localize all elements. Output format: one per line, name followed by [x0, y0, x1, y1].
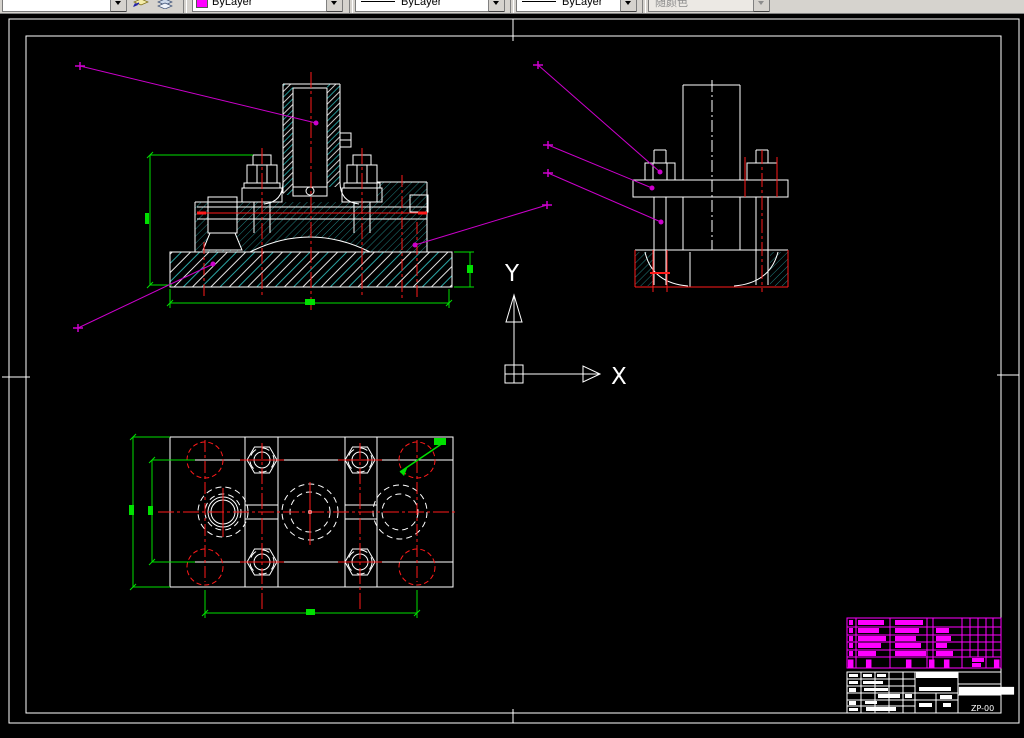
- ucs-x-label: X: [611, 364, 627, 390]
- toolbar-separator: [183, 0, 187, 13]
- drawing-title: ███████████: [958, 686, 1015, 695]
- chevron-down-icon[interactable]: [326, 0, 342, 12]
- title-block: █ █ █ █ █ █ ███████████ ZP-00: [846, 617, 1015, 714]
- side-view: [632, 80, 789, 292]
- color-dropdown[interactable]: ByLayer: [192, 0, 343, 12]
- svg-text:█: █: [865, 659, 872, 668]
- toolbar-separator: [349, 0, 353, 13]
- color-dropdown-value: ByLayer: [212, 0, 253, 8]
- linetype-dropdown-value: ByLayer: [401, 0, 442, 8]
- chevron-down-icon: [753, 0, 769, 12]
- svg-text:█: █: [943, 659, 950, 668]
- layer-previous-button[interactable]: [154, 0, 176, 12]
- make-object-layer-current-button[interactable]: [130, 0, 152, 12]
- top-plan-view: [129, 433, 457, 618]
- plot-style-value: 随颜色: [655, 0, 688, 9]
- cad-drawing: Y X █ █ █ █ █ █ ███████████ ZP-00: [2, 18, 1020, 724]
- svg-text:█: █: [928, 659, 935, 668]
- leader-annotations: [73, 61, 664, 332]
- layer-dropdown[interactable]: [2, 0, 127, 12]
- make-object-layer-current-icon: [133, 0, 149, 7]
- chevron-down-icon[interactable]: [488, 0, 504, 12]
- cad-application-window: { "toolbar": { "layer_dropdown_value": "…: [0, 0, 1024, 738]
- toolbar-separator: [642, 0, 646, 13]
- plan-dimensions: [129, 433, 446, 618]
- ucs-y-label: Y: [504, 261, 520, 287]
- color-swatch: [196, 0, 208, 8]
- properties-toolbar: ByLayer ByLayer ByLayer 随颜色: [0, 0, 1024, 14]
- layer-previous-icon: [157, 0, 173, 9]
- svg-text:█: █: [905, 659, 912, 668]
- front-section-view: [145, 72, 474, 310]
- drawing-area[interactable]: Y X █ █ █ █ █ █ ███████████ ZP-00: [0, 13, 1024, 738]
- lineweight-sample: [522, 1, 556, 2]
- chevron-down-icon[interactable]: [620, 0, 636, 12]
- svg-text:█: █: [847, 659, 854, 668]
- ucs-icon: Y X: [504, 261, 627, 390]
- lineweight-dropdown-value: ByLayer: [562, 0, 603, 8]
- linetype-sample: [361, 1, 395, 2]
- toolbar-separator: [510, 0, 514, 13]
- chevron-down-icon[interactable]: [110, 0, 126, 12]
- lineweight-dropdown[interactable]: ByLayer: [516, 0, 637, 12]
- sheet-border: [2, 18, 1020, 724]
- plot-style-dropdown: 随颜色: [648, 0, 770, 12]
- drawing-number: ZP-00: [971, 704, 994, 713]
- svg-text:█: █: [993, 659, 1000, 668]
- linetype-dropdown[interactable]: ByLayer: [355, 0, 505, 12]
